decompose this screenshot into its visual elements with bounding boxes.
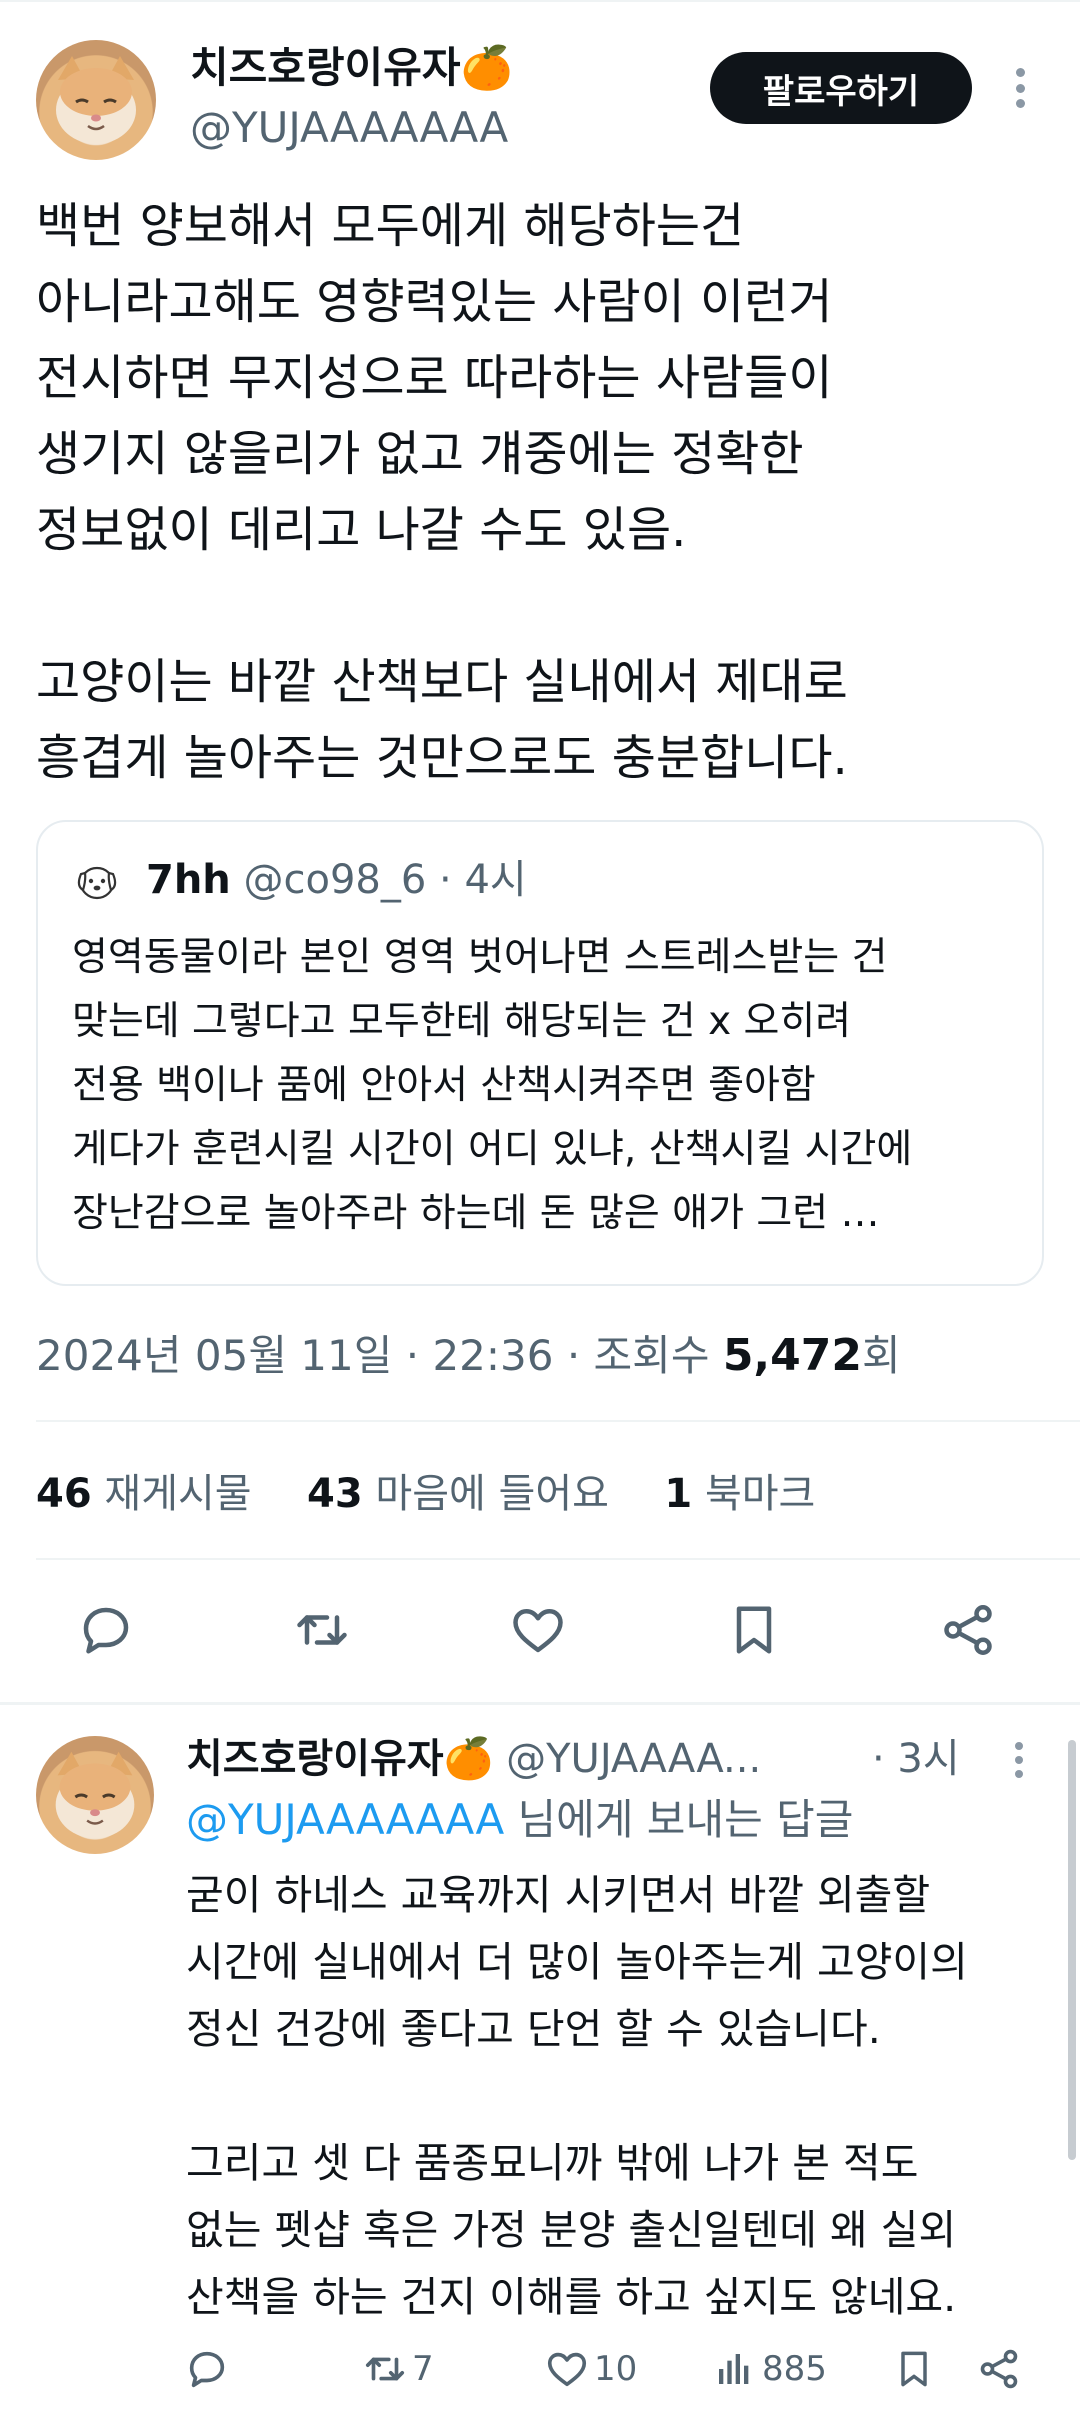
reply-retweet-action[interactable]: 7 (362, 2344, 434, 2394)
bookmarks-stat[interactable]: 1 북마크 (664, 1471, 815, 1517)
reply-like-count: 10 (594, 2349, 638, 2389)
share-icon[interactable] (938, 1600, 998, 1660)
divider (36, 1420, 1080, 1422)
replying-to: @YUJAAAAAAA 님에게 보내는 답글 (186, 1788, 853, 1852)
quoted-tweet[interactable]: 7hh @co98_6 · 4시 영역동물이라 본인 영역 벗어나면 스트레스받… (36, 820, 1044, 1286)
reply-bookmark-icon[interactable] (892, 2346, 936, 2392)
section-divider (0, 1702, 1080, 1705)
scrollbar[interactable] (1068, 1740, 1076, 2160)
views-icon (714, 2349, 754, 2389)
reply-author-handle[interactable]: @YUJAAAA... (506, 1736, 761, 1782)
author-handle[interactable]: @YUJAAAAAAA (190, 100, 508, 156)
replying-to-suffix: 님에게 보내는 답글 (504, 1795, 854, 1844)
reply-retweet-count: 7 (412, 2349, 434, 2389)
reply-author-avatar[interactable] (36, 1736, 154, 1854)
tweet-timestamp: 2024년 05월 11일 · 22:36 · 조회수 (36, 1331, 723, 1380)
reply-view-count: 885 (762, 2349, 827, 2389)
quote-author-name: 7hh (146, 857, 231, 903)
reply-icon[interactable] (76, 1600, 136, 1660)
heart-icon[interactable] (508, 1600, 568, 1660)
view-count: 5,472 (722, 1330, 862, 1381)
reply-more-options-icon[interactable] (1012, 1742, 1026, 1778)
retweet-icon (362, 2346, 408, 2392)
replying-to-handle[interactable]: @YUJAAAAAAA (186, 1795, 504, 1844)
reply-author-name[interactable]: 치즈호랑이유자🍊 (186, 1736, 493, 1782)
author-display-name[interactable]: 치즈호랑이유자🍊 (190, 40, 513, 96)
reply-header: 치즈호랑이유자🍊 @YUJAAAA... (186, 1728, 761, 1790)
reply-reply-icon[interactable] (184, 2346, 230, 2392)
quote-author-handle: @co98_6 (243, 857, 427, 903)
view-suffix: 회 (862, 1331, 901, 1380)
quote-body: 영역동물이라 본인 영역 벗어나면 스트레스받는 건 맞는데 그렇다고 모두한테… (72, 935, 913, 1236)
bookmark-icon[interactable] (724, 1600, 784, 1660)
tweet-body: 백번 양보해서 모두에게 해당하는건 아니라고해도 영향력있는 사람이 이런거 … (36, 198, 848, 786)
reply-body: 굳이 하네스 교육까지 시키면서 바깥 외출할 시간에 실내에서 더 많이 놀아… (186, 1871, 968, 2321)
reposts-stat[interactable]: 46 재게시물 (36, 1471, 252, 1517)
quote-time: · 4시 (439, 857, 527, 903)
retweet-icon[interactable] (292, 1600, 352, 1660)
tweet-stats: 46 재게시물 43 마음에 들어요 1 북마크 (36, 1464, 815, 1524)
top-divider (0, 0, 1080, 2)
dog-face-icon (77, 866, 117, 900)
author-avatar[interactable] (36, 40, 156, 160)
reply-like-action[interactable]: 10 (544, 2344, 637, 2394)
reply-time[interactable]: · 3시 (872, 1728, 960, 1790)
reply-views-action[interactable]: 885 (714, 2344, 827, 2394)
reply-share-icon[interactable] (976, 2346, 1022, 2392)
divider (36, 1558, 1080, 1560)
quote-avatar (72, 856, 122, 906)
heart-icon (544, 2346, 590, 2392)
tweet-meta: 2024년 05월 11일 · 22:36 · 조회수 5,472회 (36, 1326, 901, 1386)
likes-stat[interactable]: 43 마음에 들어요 (307, 1471, 609, 1517)
follow-button[interactable]: 팔로우하기 (710, 52, 972, 124)
more-options-icon[interactable] (1012, 68, 1028, 108)
